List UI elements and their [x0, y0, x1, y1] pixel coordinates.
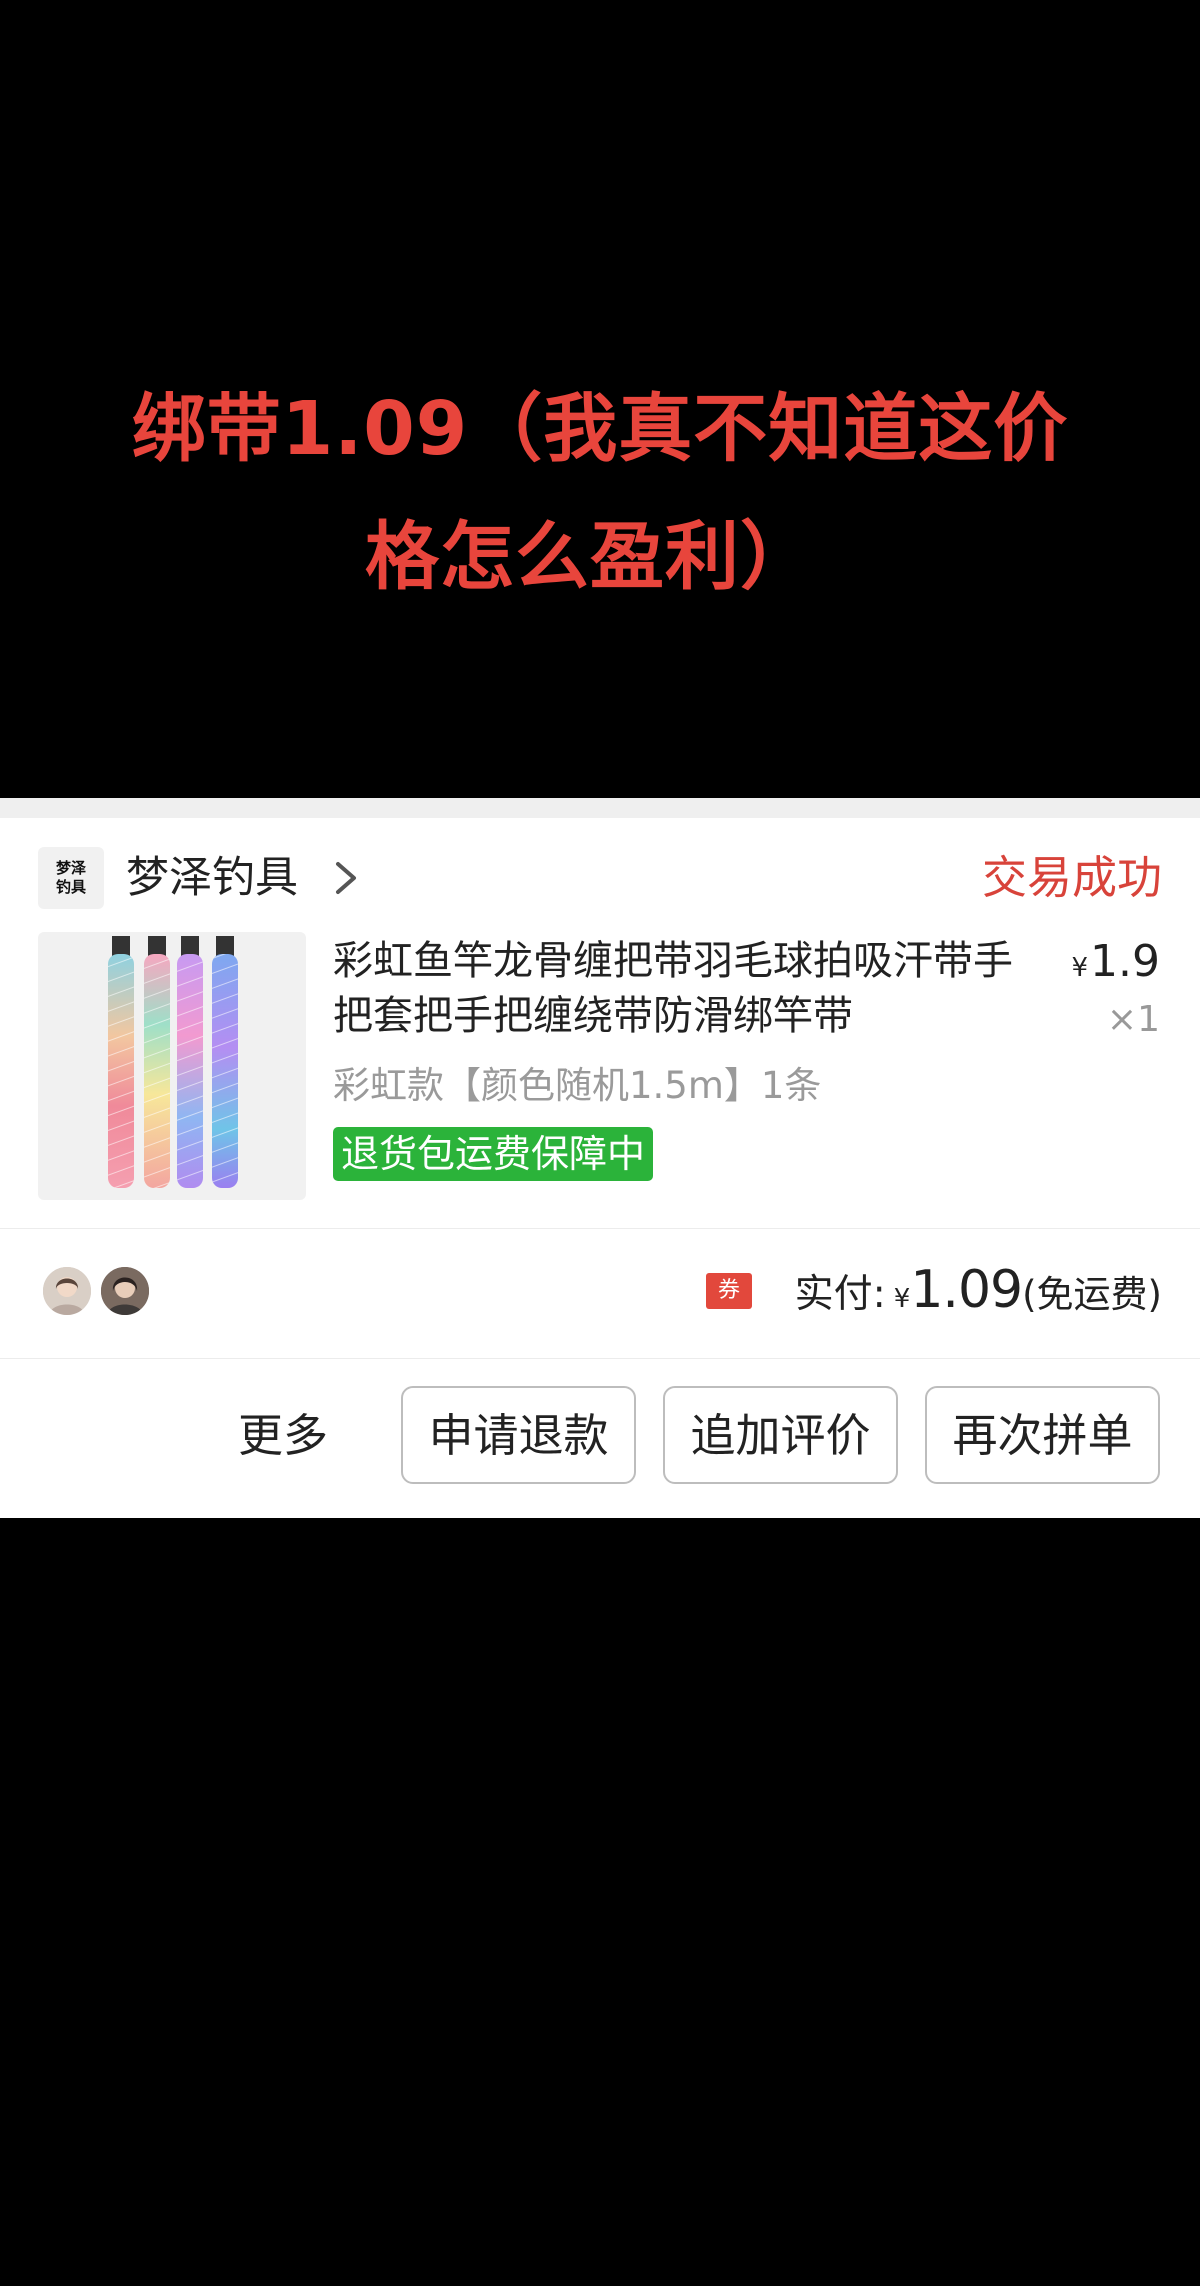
- shop-name[interactable]: 梦泽钓具: [126, 852, 298, 904]
- product-quantity: ×1: [1106, 999, 1160, 1040]
- product-sku: 彩虹款【颜色随机1.5m】1条: [333, 1064, 822, 1107]
- divider: [0, 1358, 1200, 1359]
- order-status: 交易成功: [981, 851, 1162, 904]
- payment-label: 实付:: [794, 1272, 886, 1317]
- shop-logo[interactable]: 梦泽 钓具: [38, 847, 104, 909]
- person-icon: [43, 1267, 91, 1315]
- shipping-note: (免运费): [1022, 1273, 1162, 1316]
- currency-symbol: ¥: [1071, 953, 1089, 983]
- overlay-caption-line2: 格怎么盈利）: [365, 514, 815, 600]
- product-image-illustration: [108, 936, 238, 1188]
- actual-payment: 实付: ¥1.09(免运费): [795, 1258, 1162, 1322]
- request-refund-button[interactable]: 申请退款: [401, 1386, 636, 1484]
- avatar[interactable]: [40, 1264, 94, 1318]
- overlay-caption: 绑带1.09（我真不知道这价 格怎么盈利）: [0, 365, 1200, 621]
- product-image[interactable]: [38, 932, 306, 1200]
- shop-header[interactable]: 梦泽 钓具 梦泽钓具 交易成功: [38, 842, 1162, 914]
- product-price: ¥1.9: [1071, 936, 1160, 994]
- price-value: 1.9: [1090, 936, 1160, 987]
- chevron-right-icon[interactable]: [326, 856, 366, 900]
- add-review-button[interactable]: 追加评价: [663, 1386, 898, 1484]
- order-card[interactable]: 梦泽 钓具 梦泽钓具 交易成功 彩虹鱼竿龙骨缠把带羽毛球拍吸汗带手把套把手把缠绕…: [0, 818, 1200, 1518]
- return-shipping-guarantee-badge: 退货包运费保障中: [333, 1127, 654, 1181]
- person-icon: [101, 1267, 149, 1315]
- coupon-icon: 券: [706, 1273, 752, 1309]
- section-gap: [0, 798, 1200, 818]
- divider: [0, 1228, 1200, 1229]
- product-title[interactable]: 彩虹鱼竿龙骨缠把带羽毛球拍吸汗带手把套把手把缠绕带防滑绑竿带: [333, 934, 1033, 1044]
- reorder-button[interactable]: 再次拼单: [925, 1386, 1160, 1484]
- currency-symbol: ¥: [893, 1284, 911, 1314]
- overlay-caption-line1: 绑带1.09（我真不知道这价: [131, 386, 1069, 472]
- more-button[interactable]: 更多: [238, 1406, 328, 1466]
- avatar[interactable]: [98, 1264, 152, 1318]
- payment-amount: 1.09: [910, 1260, 1023, 1320]
